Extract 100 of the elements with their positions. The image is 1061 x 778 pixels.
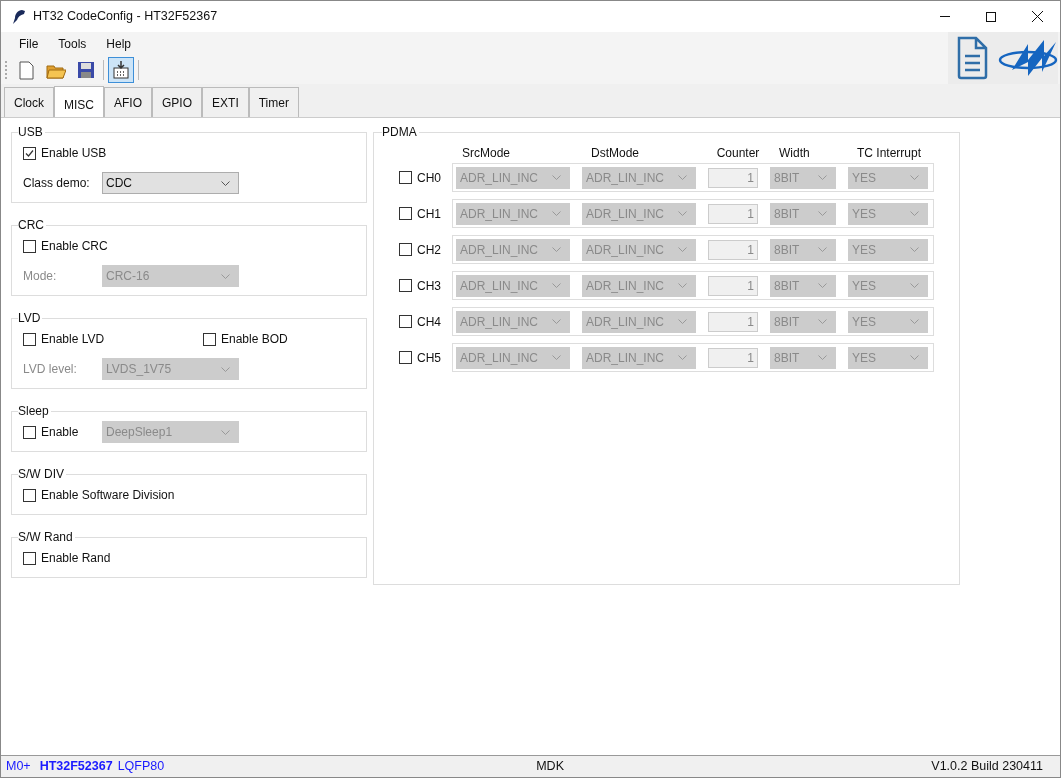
dropdown[interactable]: 8BIT [770,166,836,189]
chevron-down-icon [221,366,230,372]
dropdown[interactable]: ADR_LIN_INC [582,274,696,297]
tab[interactable]: AFIO [104,87,153,117]
dropdown[interactable]: ADR_LIN_INC [456,202,570,225]
dropdown[interactable]: ADR_LIN_INC [456,166,570,189]
document-icon[interactable] [956,36,988,80]
column-header: Counter [716,145,760,162]
chevron-down-icon [910,211,919,216]
dropdown[interactable]: ADR_LIN_INC [456,238,570,261]
checkbox-label[interactable]: Enable [41,423,79,441]
dropdown[interactable]: CDC [102,172,239,194]
dropdown[interactable]: 8BIT [770,274,836,297]
counter-field[interactable]: 1 [708,203,758,224]
chevron-down-icon [818,283,827,288]
chevron-down-icon [552,319,561,324]
tab[interactable]: Clock [4,87,54,117]
minimize-icon [940,16,950,17]
dropdown[interactable]: YES [848,346,928,369]
checkbox[interactable] [399,243,412,256]
checkbox-label[interactable]: CH5 [417,348,441,367]
counter-field[interactable]: 1 [708,311,758,332]
checkbox[interactable] [23,551,36,565]
tab[interactable]: Timer [248,87,299,117]
tab[interactable]: GPIO [152,87,203,117]
counter-field[interactable]: 1 [708,275,758,296]
dropdown[interactable]: ADR_LIN_INC [582,202,696,225]
chevron-down-icon [552,247,561,252]
checkbox-label[interactable]: Enable Software Division [41,486,175,504]
close-icon [1031,11,1043,22]
checkbox[interactable] [399,279,412,292]
floppy-icon [76,59,96,80]
checkbox-label[interactable]: CH4 [417,312,441,331]
chip-label: HT32F52367 [39,758,113,776]
maximize-icon [986,11,996,22]
checkbox[interactable] [23,146,36,160]
chevron-down-icon [910,355,919,360]
checkbox-label[interactable]: Enable LVD [41,330,105,348]
dropdown[interactable]: ADR_LIN_INC [582,346,696,369]
chip-download-icon [111,59,131,80]
dropdown[interactable]: ADR_LIN_INC [582,310,696,333]
chevron-down-icon [910,283,919,288]
checkbox[interactable] [23,332,36,346]
checkbox-label[interactable]: CH0 [417,168,441,187]
core-label: M0+ [6,758,31,776]
toolbar-button[interactable] [108,56,134,83]
chevron-down-icon [678,319,687,324]
dropdown[interactable]: ADR_LIN_INC [456,310,570,333]
checkbox[interactable] [399,171,412,184]
counter-field[interactable]: 1 [708,239,758,260]
chevron-down-icon [678,283,687,288]
checkbox-label[interactable]: CH1 [417,204,441,223]
chevron-down-icon [552,283,561,288]
dropdown[interactable]: 8BIT [770,202,836,225]
chevron-down-icon [221,429,230,435]
checkbox-label[interactable]: Enable Rand [41,549,111,567]
menu-item[interactable]: Help [96,34,142,53]
tab[interactable]: MISC [54,86,104,118]
dropdown[interactable]: ADR_LIN_INC [456,274,570,297]
chevron-down-icon [818,247,827,252]
checkbox[interactable] [399,315,412,328]
dropdown[interactable]: YES [848,238,928,261]
checkbox[interactable] [399,207,412,220]
checkbox[interactable] [23,239,36,253]
checkbox[interactable] [23,425,36,439]
checkbox-label[interactable]: Enable USB [41,144,107,162]
counter-field[interactable]: 1 [708,167,758,188]
dropdown[interactable]: ADR_LIN_INC [582,166,696,189]
checkbox-label[interactable]: Enable CRC [41,237,108,255]
checkbox[interactable] [23,488,36,502]
menu-item[interactable]: Tools [48,34,97,53]
chevron-down-icon [818,355,827,360]
dropdown[interactable]: YES [848,310,928,333]
dropdown[interactable]: 8BIT [770,346,836,369]
dropdown[interactable]: YES [848,202,928,225]
menu-item[interactable]: File [9,34,49,53]
dropdown[interactable]: YES [848,166,928,189]
chevron-down-icon [552,175,561,180]
checkbox-label[interactable]: CH2 [417,240,441,259]
dropdown[interactable]: 8BIT [770,238,836,261]
checkbox-label[interactable]: CH3 [417,276,441,295]
tab[interactable]: EXTI [202,87,249,117]
column-header: DstMode [591,145,640,162]
field-label: Mode: [23,268,58,285]
dropdown[interactable]: YES [848,274,928,297]
dropdown[interactable]: ADR_LIN_INC [582,238,696,261]
column-header: SrcMode [462,145,511,162]
checkbox-label[interactable]: Enable BOD [221,330,288,348]
chevron-down-icon [221,180,230,186]
chevron-down-icon [678,355,687,360]
dropdown[interactable]: ADR_LIN_INC [456,346,570,369]
chevron-down-icon [910,319,919,324]
field-label: Class demo: [23,175,91,192]
counter-field[interactable]: 1 [708,347,758,368]
dropdown[interactable]: 8BIT [770,310,836,333]
checkbox[interactable] [203,332,216,346]
chevron-down-icon [678,247,687,252]
chevron-down-icon [678,175,687,180]
group-title: LVD [18,310,42,327]
checkbox[interactable] [399,351,412,364]
